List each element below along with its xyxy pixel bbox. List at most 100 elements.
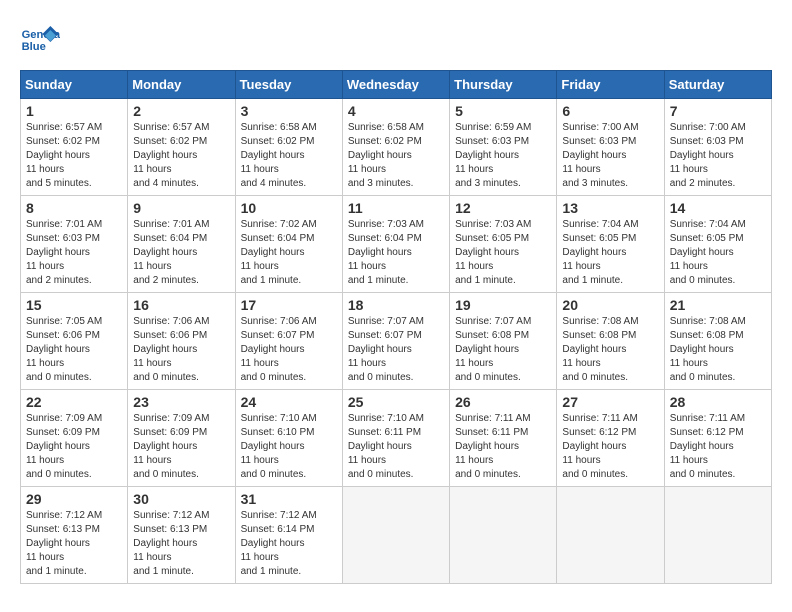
calendar-week-row: 15 Sunrise: 7:05 AMSunset: 6:06 PMDayligh… — [21, 293, 772, 390]
calendar-cell: 4 Sunrise: 6:58 AMSunset: 6:02 PMDaylight… — [342, 99, 449, 196]
day-number: 13 — [562, 200, 658, 216]
calendar-week-row: 29 Sunrise: 7:12 AMSunset: 6:13 PMDayligh… — [21, 487, 772, 584]
day-number: 31 — [241, 491, 337, 507]
column-header-monday: Monday — [128, 71, 235, 99]
cell-details: Sunrise: 7:01 AMSunset: 6:03 PMDaylight … — [26, 218, 122, 288]
cell-details: Sunrise: 7:12 AMSunset: 6:13 PMDaylight … — [133, 509, 229, 579]
calendar-cell: 25 Sunrise: 7:10 AMSunset: 6:11 PMDayligh… — [342, 390, 449, 487]
calendar-cell: 14Sunrise: 7:04 AMSunset: 6:05 PMDayligh… — [664, 196, 771, 293]
day-number: 26 — [455, 394, 551, 410]
cell-details: Sunrise: 7:07 AMSunset: 6:07 PMDaylight … — [348, 315, 444, 385]
cell-details: Sunrise: 7:03 AMSunset: 6:05 PMDaylight … — [455, 218, 551, 288]
calendar-table: SundayMondayTuesdayWednesdayThursdayFrid… — [20, 70, 772, 584]
calendar-cell: 15 Sunrise: 7:05 AMSunset: 6:06 PMDayligh… — [21, 293, 128, 390]
calendar-cell — [557, 487, 664, 584]
calendar-cell: 10 Sunrise: 7:02 AMSunset: 6:04 PMDayligh… — [235, 196, 342, 293]
column-header-tuesday: Tuesday — [235, 71, 342, 99]
calendar-cell: 17 Sunrise: 7:06 AMSunset: 6:07 PMDayligh… — [235, 293, 342, 390]
calendar-cell: 12 Sunrise: 7:03 AMSunset: 6:05 PMDayligh… — [450, 196, 557, 293]
day-number: 22 — [26, 394, 122, 410]
cell-details: Sunrise: 6:57 AMSunset: 6:02 PMDaylight … — [133, 121, 229, 191]
day-number: 15 — [26, 297, 122, 313]
calendar-cell: 19 Sunrise: 7:07 AMSunset: 6:08 PMDayligh… — [450, 293, 557, 390]
cell-details: Sunrise: 7:00 AMSunset: 6:03 PMDaylight … — [670, 121, 766, 191]
day-number: 17 — [241, 297, 337, 313]
calendar-cell: 8 Sunrise: 7:01 AMSunset: 6:03 PMDaylight… — [21, 196, 128, 293]
calendar-cell: 20 Sunrise: 7:08 AMSunset: 6:08 PMDayligh… — [557, 293, 664, 390]
calendar-cell: 22Sunrise: 7:09 AMSunset: 6:09 PMDayligh… — [21, 390, 128, 487]
cell-details: Sunrise: 7:08 AMSunset: 6:08 PMDaylight … — [562, 315, 658, 385]
cell-details: Sunrise: 7:02 AMSunset: 6:04 PMDaylight … — [241, 218, 337, 288]
day-number: 12 — [455, 200, 551, 216]
calendar-cell: 30 Sunrise: 7:12 AMSunset: 6:13 PMDayligh… — [128, 487, 235, 584]
day-number: 19 — [455, 297, 551, 313]
cell-details: Sunrise: 7:08 AMSunset: 6:08 PMDaylight … — [670, 315, 766, 385]
calendar-cell: 9Sunrise: 7:01 AMSunset: 6:04 PMDaylight… — [128, 196, 235, 293]
day-number: 14 — [670, 200, 766, 216]
cell-details: Sunrise: 7:04 AMSunset: 6:05 PMDaylight … — [562, 218, 658, 288]
column-header-wednesday: Wednesday — [342, 71, 449, 99]
day-number: 29 — [26, 491, 122, 507]
calendar-cell — [342, 487, 449, 584]
column-header-sunday: Sunday — [21, 71, 128, 99]
logo: General Blue — [20, 20, 64, 60]
day-number: 10 — [241, 200, 337, 216]
cell-details: Sunrise: 7:06 AMSunset: 6:06 PMDaylight … — [133, 315, 229, 385]
day-number: 8 — [26, 200, 122, 216]
calendar-cell: 2Sunrise: 6:57 AMSunset: 6:02 PMDaylight… — [128, 99, 235, 196]
day-number: 30 — [133, 491, 229, 507]
svg-text:Blue: Blue — [22, 41, 46, 53]
day-number: 3 — [241, 103, 337, 119]
day-number: 1 — [26, 103, 122, 119]
calendar-cell — [664, 487, 771, 584]
day-number: 6 — [562, 103, 658, 119]
cell-details: Sunrise: 7:12 AMSunset: 6:14 PMDaylight … — [241, 509, 337, 579]
calendar-cell — [450, 487, 557, 584]
day-number: 23 — [133, 394, 229, 410]
calendar-cell: 6Sunrise: 7:00 AMSunset: 6:03 PMDaylight… — [557, 99, 664, 196]
cell-details: Sunrise: 7:07 AMSunset: 6:08 PMDaylight … — [455, 315, 551, 385]
day-number: 20 — [562, 297, 658, 313]
day-number: 24 — [241, 394, 337, 410]
cell-details: Sunrise: 7:09 AMSunset: 6:09 PMDaylight … — [133, 412, 229, 482]
calendar-cell: 21 Sunrise: 7:08 AMSunset: 6:08 PMDayligh… — [664, 293, 771, 390]
calendar-cell: 24 Sunrise: 7:10 AMSunset: 6:10 PMDayligh… — [235, 390, 342, 487]
cell-details: Sunrise: 7:05 AMSunset: 6:06 PMDaylight … — [26, 315, 122, 385]
column-header-saturday: Saturday — [664, 71, 771, 99]
calendar-cell: 13 Sunrise: 7:04 AMSunset: 6:05 PMDayligh… — [557, 196, 664, 293]
calendar-cell: 31 Sunrise: 7:12 AMSunset: 6:14 PMDayligh… — [235, 487, 342, 584]
calendar-week-row: 22 Sunrise: 7:09 AMSunset: 6:09 PMDayligh… — [21, 390, 772, 487]
cell-details: Sunrise: 7:12 AMSunset: 6:13 PMDaylight … — [26, 509, 122, 579]
day-number: 4 — [348, 103, 444, 119]
cell-details: Sunrise: 6:58 AMSunset: 6:02 PMDaylight … — [348, 121, 444, 191]
day-number: 5 — [455, 103, 551, 119]
cell-details: Sunrise: 6:59 AMSunset: 6:03 PMDaylight … — [455, 121, 551, 191]
day-number: 21 — [670, 297, 766, 313]
day-number: 27 — [562, 394, 658, 410]
cell-details: Sunrise: 7:11 AMSunset: 6:12 PMDaylight … — [562, 412, 658, 482]
day-number: 11 — [348, 200, 444, 216]
day-number: 16 — [133, 297, 229, 313]
calendar-cell: 7 Sunrise: 7:00 AMSunset: 6:03 PMDaylight… — [664, 99, 771, 196]
calendar-week-row: 1 Sunrise: 6:57 AMSunset: 6:02 PMDaylight… — [21, 99, 772, 196]
day-number: 25 — [348, 394, 444, 410]
calendar-cell: 26Sunrise: 7:11 AMSunset: 6:11 PMDayligh… — [450, 390, 557, 487]
calendar-cell: 11 Sunrise: 7:03 AMSunset: 6:04 PMDayligh… — [342, 196, 449, 293]
cell-details: Sunrise: 7:03 AMSunset: 6:04 PMDaylight … — [348, 218, 444, 288]
cell-details: Sunrise: 7:10 AMSunset: 6:10 PMDaylight … — [241, 412, 337, 482]
day-number: 28 — [670, 394, 766, 410]
calendar-cell: 29 Sunrise: 7:12 AMSunset: 6:13 PMDayligh… — [21, 487, 128, 584]
calendar-cell: 3Sunrise: 6:58 AMSunset: 6:02 PMDaylight… — [235, 99, 342, 196]
column-header-thursday: Thursday — [450, 71, 557, 99]
cell-details: Sunrise: 7:06 AMSunset: 6:07 PMDaylight … — [241, 315, 337, 385]
calendar-cell: 23 Sunrise: 7:09 AMSunset: 6:09 PMDayligh… — [128, 390, 235, 487]
cell-details: Sunrise: 6:57 AMSunset: 6:02 PMDaylight … — [26, 121, 122, 191]
calendar-cell: 1 Sunrise: 6:57 AMSunset: 6:02 PMDaylight… — [21, 99, 128, 196]
calendar-cell: 16 Sunrise: 7:06 AMSunset: 6:06 PMDayligh… — [128, 293, 235, 390]
page-header: General Blue — [20, 20, 772, 60]
day-number: 9 — [133, 200, 229, 216]
logo-icon: General Blue — [20, 20, 60, 60]
cell-details: Sunrise: 7:10 AMSunset: 6:11 PMDaylight … — [348, 412, 444, 482]
day-number: 7 — [670, 103, 766, 119]
cell-details: Sunrise: 7:11 AMSunset: 6:12 PMDaylight … — [670, 412, 766, 482]
